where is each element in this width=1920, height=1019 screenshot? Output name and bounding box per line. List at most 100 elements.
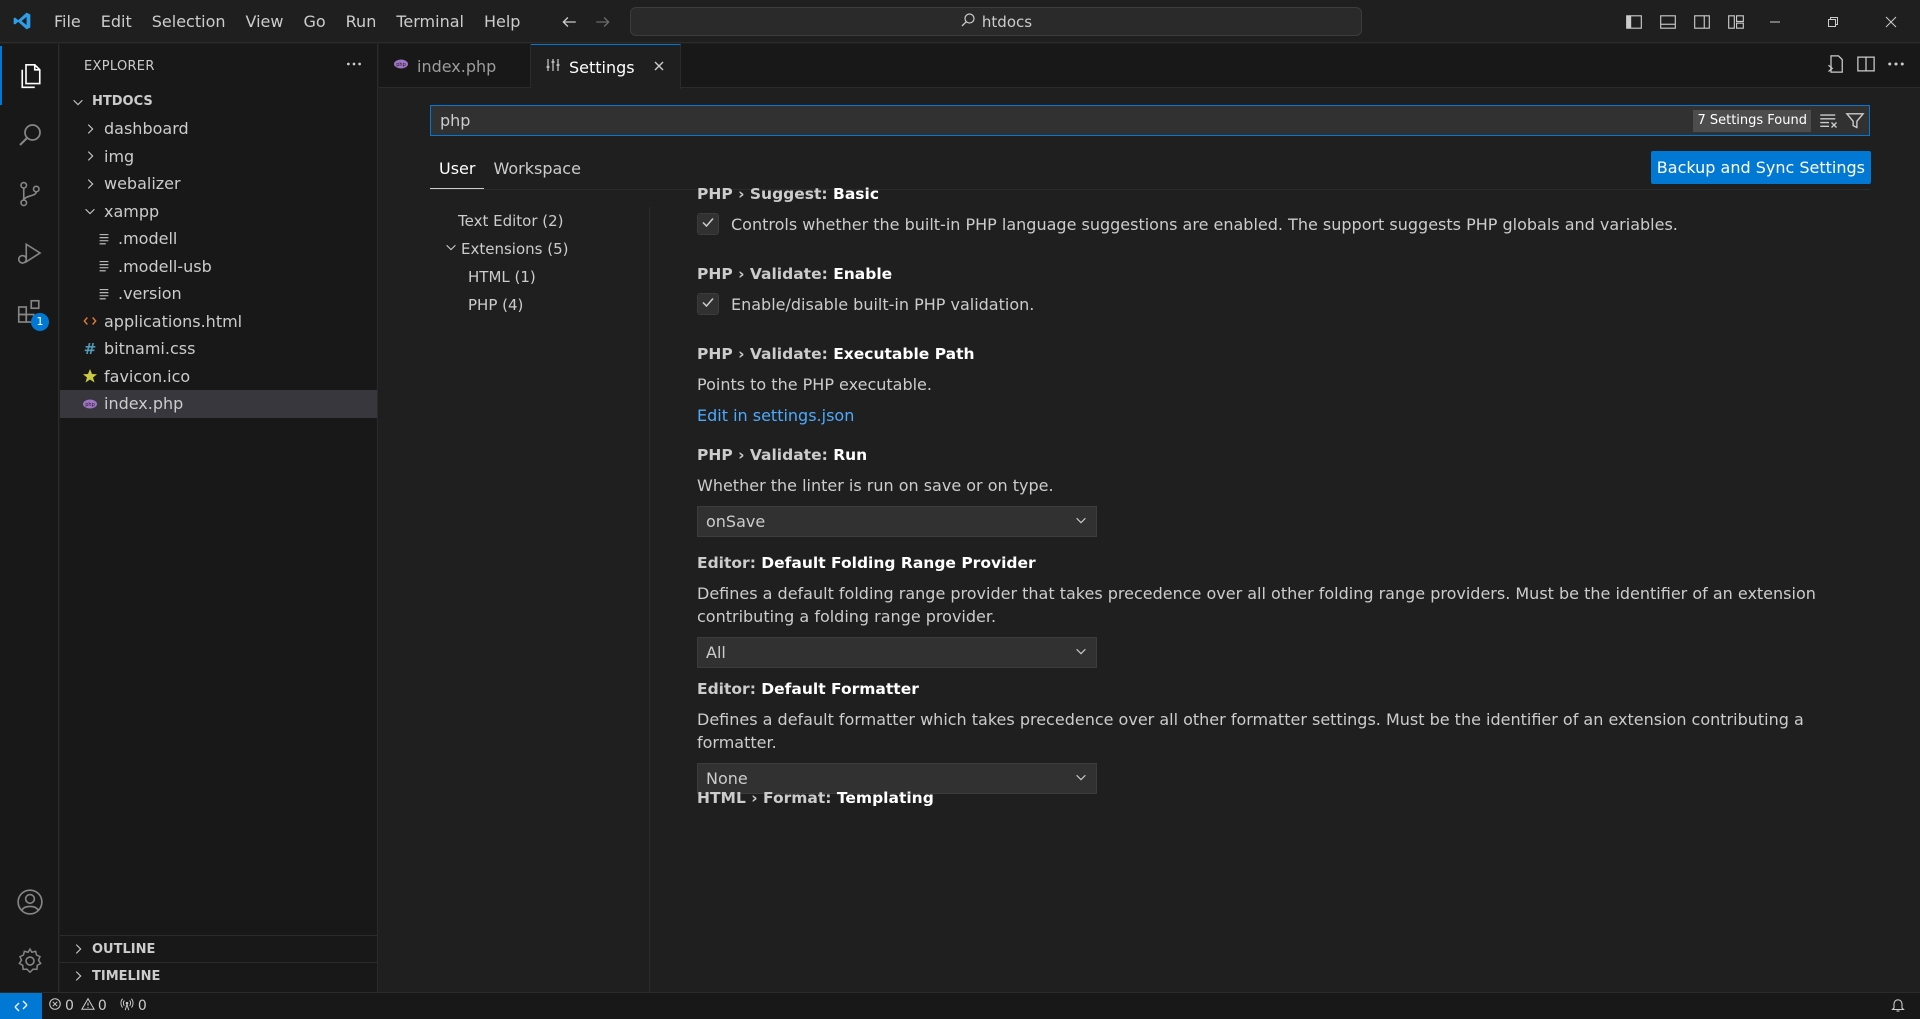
tree-item[interactable]: applications.html [60, 308, 377, 336]
setting-dropdown[interactable]: onSave [697, 506, 1097, 537]
menu-bar: File Edit Selection View Go Run Terminal… [44, 0, 530, 43]
accounts-icon[interactable] [0, 872, 59, 931]
menu-run[interactable]: Run [336, 0, 387, 43]
remote-indicator-icon[interactable] [0, 992, 42, 1019]
folder-root-htdocs[interactable]: HTDOCS [60, 88, 377, 115]
menu-selection[interactable]: Selection [142, 0, 236, 43]
tree-item[interactable]: img [60, 143, 377, 171]
close-tab-icon[interactable] [652, 58, 666, 77]
settings-search-input[interactable]: php 7 Settings Found [430, 105, 1870, 136]
backup-sync-button[interactable]: Backup and Sync Settings [1650, 151, 1871, 184]
restore-icon[interactable] [1804, 0, 1862, 43]
tree-item-label: index.php [104, 394, 184, 414]
vscode-logo-icon [0, 0, 44, 43]
run-debug-icon[interactable] [0, 223, 59, 282]
setting-item: HTML › Format: Templating [697, 789, 1857, 811]
setting-dropdown[interactable]: All [697, 637, 1097, 668]
manage-gear-icon[interactable] [0, 931, 59, 990]
split-editor-icon[interactable] [1856, 54, 1876, 78]
scope-tab-user[interactable]: User [430, 149, 485, 189]
toc-item[interactable]: Extensions (5) [430, 235, 630, 263]
toggle-panel-icon[interactable] [1654, 8, 1682, 36]
tree-item[interactable]: favicon.ico [60, 363, 377, 391]
filter-icon[interactable] [1845, 109, 1865, 135]
editor-tabs: php index.php Settings [379, 44, 1920, 89]
more-actions-icon[interactable] [345, 55, 363, 77]
setting-title: Editor: Default Folding Range Provider [697, 554, 1857, 576]
clear-search-icon[interactable] [1819, 109, 1839, 135]
close-window-icon[interactable] [1862, 0, 1920, 43]
setting-name: Default Formatter [761, 680, 919, 698]
command-center[interactable]: htdocs [630, 7, 1362, 36]
outline-section[interactable]: OUTLINE [60, 935, 378, 962]
title-bar: File Edit Selection View Go Run Terminal… [0, 0, 1920, 43]
menu-view[interactable]: View [236, 0, 294, 43]
source-control-icon[interactable] [0, 164, 59, 223]
setting-title: Editor: Default Formatter [697, 680, 1857, 702]
toc-item[interactable]: HTML (1) [430, 263, 630, 291]
setting-checkbox[interactable] [697, 213, 719, 235]
menu-terminal[interactable]: Terminal [386, 0, 474, 43]
timeline-section[interactable]: TIMELINE [60, 962, 378, 989]
extensions-badge: 1 [31, 313, 49, 331]
layout-controls [1620, 0, 1750, 43]
error-icon [48, 997, 62, 1015]
setting-description: Defines a default formatter which takes … [697, 710, 1804, 752]
back-arrow-icon[interactable] [556, 9, 582, 35]
more-actions-icon[interactable] [1886, 54, 1906, 78]
css-file-icon: # [83, 339, 97, 358]
ports-indicator[interactable]: 0 [113, 997, 153, 1015]
tree-item-label: img [104, 146, 135, 166]
tab-index-php[interactable]: php index.php [379, 44, 531, 88]
tree-item[interactable]: webalizer [60, 170, 377, 198]
setting-name: Basic [833, 185, 880, 203]
edit-in-settings-json-link[interactable]: Edit in settings.json [697, 406, 1857, 425]
search-view-icon[interactable] [0, 105, 59, 164]
tree-item[interactable]: .version [60, 280, 377, 308]
chevron-down-icon [68, 92, 88, 112]
tree-item[interactable]: # bitnami.css [60, 335, 377, 363]
toc-item[interactable]: PHP (4) [430, 291, 630, 319]
minimize-icon[interactable] [1746, 0, 1804, 43]
tree-item[interactable]: php index.php [60, 390, 377, 418]
chevron-right-icon [80, 174, 100, 194]
setting-category: PHP › Validate: [697, 446, 834, 464]
problems-indicator[interactable]: 0 0 [42, 997, 113, 1015]
setting-checkbox-row: Controls whether the built-in PHP langua… [697, 213, 1857, 235]
text-file-icon [94, 256, 114, 276]
tree-item-label: applications.html [104, 311, 243, 331]
tree-item[interactable]: dashboard [60, 115, 377, 143]
menu-edit[interactable]: Edit [91, 0, 142, 43]
notifications-bell-icon[interactable] [1890, 997, 1906, 1017]
setting-item: PHP › Validate: Enable Enable/disable bui… [697, 265, 1857, 315]
tree-item-label: .modell-usb [118, 256, 212, 276]
toc-item[interactable]: Text Editor (2) [430, 207, 630, 235]
tree-item[interactable]: .modell [60, 225, 377, 253]
scope-tab-workspace[interactable]: Workspace [484, 149, 589, 189]
explorer-icon[interactable] [0, 46, 59, 105]
tree-item-label: .version [118, 284, 182, 304]
setting-title: PHP › Validate: Run [697, 446, 1857, 468]
outline-label: OUTLINE [92, 941, 156, 957]
toggle-secondary-sidebar-icon[interactable] [1688, 8, 1716, 36]
setting-description: Enable/disable built-in PHP validation. [731, 294, 1035, 314]
setting-checkbox-row: Enable/disable built-in PHP validation. [697, 293, 1857, 315]
dropdown-value: All [706, 643, 726, 662]
setting-checkbox[interactable] [697, 293, 719, 315]
toggle-primary-sidebar-icon[interactable] [1620, 8, 1648, 36]
menu-help[interactable]: Help [474, 0, 530, 43]
setting-description: Controls whether the built-in PHP langua… [731, 214, 1678, 234]
chevron-down-icon [1074, 643, 1088, 662]
menu-file[interactable]: File [44, 0, 91, 43]
tab-settings[interactable]: Settings [531, 44, 681, 89]
extensions-icon[interactable]: 1 [0, 282, 59, 341]
menu-go[interactable]: Go [293, 0, 335, 43]
settings-editor: php 7 Settings Found User Workspace Back… [379, 89, 1920, 992]
forward-arrow-icon[interactable] [590, 9, 616, 35]
favicon-file-icon [80, 366, 100, 386]
tree-item[interactable]: .modell-usb [60, 253, 377, 281]
open-settings-json-icon[interactable] [1826, 54, 1846, 78]
tree-item[interactable]: xampp [60, 198, 377, 226]
chevron-right-icon [68, 966, 88, 986]
html-file-icon [80, 311, 100, 331]
